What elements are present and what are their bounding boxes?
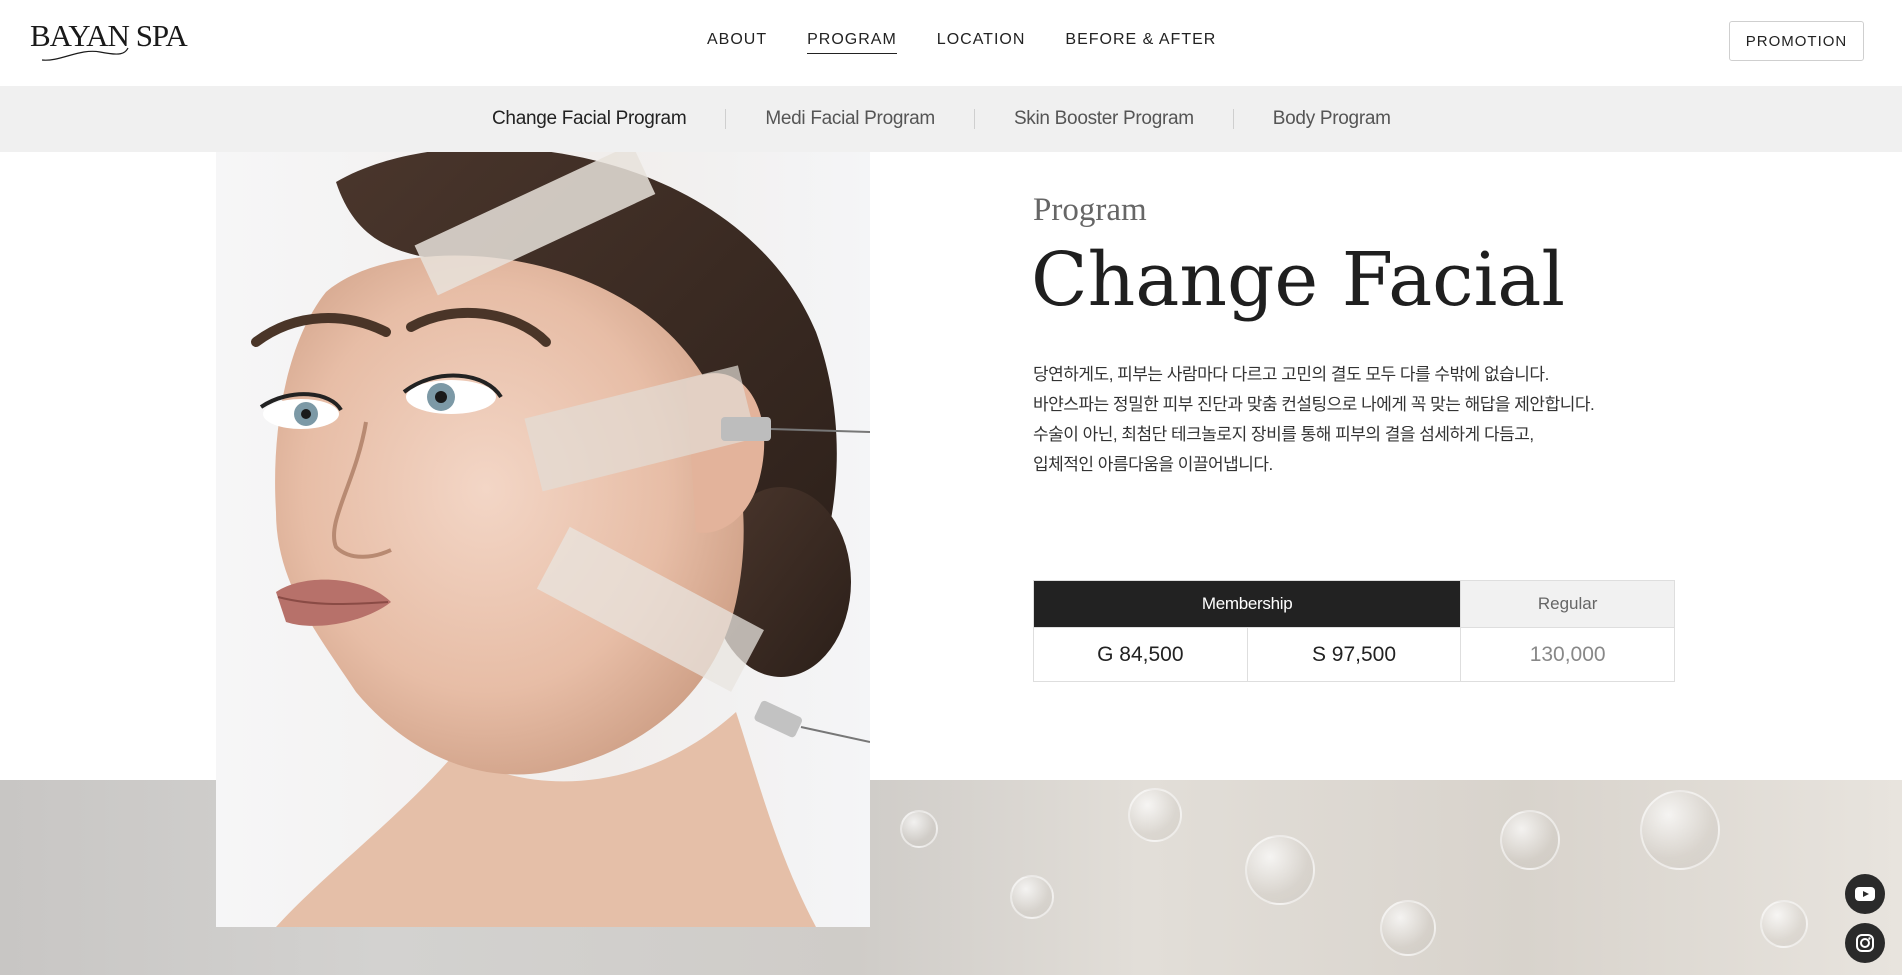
main-nav: ABOUT PROGRAM LOCATION BEFORE & AFTER xyxy=(707,31,1256,54)
hero-model-image xyxy=(216,152,870,927)
membership-header: Membership xyxy=(1032,580,1462,628)
program-description: 당연하게도, 피부는 사람마다 다르고 고민의 결도 모두 다를 수밖에 없습니… xyxy=(1033,360,1653,480)
membership-gold-price: G 84,500 xyxy=(1033,627,1248,682)
subnav-item-medi-facial[interactable]: Medi Facial Program xyxy=(726,108,974,130)
bubble-decoration xyxy=(1245,835,1315,905)
membership-silver-price: S 97,500 xyxy=(1246,627,1462,682)
bubble-decoration xyxy=(1380,900,1436,956)
instagram-button[interactable] xyxy=(1845,923,1885,963)
price-table: Membership Regular G 84,500 S 97,500 130… xyxy=(1032,580,1675,682)
subnav-item-change-facial[interactable]: Change Facial Program xyxy=(492,108,725,130)
description-line: 입체적인 아름다움을 이끌어냅니다. xyxy=(1033,455,1273,474)
nav-item-about[interactable]: ABOUT xyxy=(707,31,767,54)
description-line: 바얀스파는 정밀한 피부 진단과 맞춤 컨설팅으로 나에게 꼭 맞는 해답을 제… xyxy=(1033,395,1595,414)
bubble-decoration xyxy=(1640,790,1720,870)
program-subnav: Change Facial Program Medi Facial Progra… xyxy=(0,86,1902,152)
youtube-button[interactable] xyxy=(1845,874,1885,914)
description-line: 수술이 아닌, 최첨단 테크놀로지 장비를 통해 피부의 결을 섬세하게 다듬고… xyxy=(1033,425,1534,444)
nav-item-before-after[interactable]: BEFORE & AFTER xyxy=(1065,31,1216,54)
bubble-decoration xyxy=(1128,788,1182,842)
program-section-label: Program xyxy=(1033,192,1147,228)
promotion-button[interactable]: PROMOTION xyxy=(1729,21,1864,61)
bubble-decoration xyxy=(900,810,938,848)
bubble-decoration xyxy=(1010,875,1054,919)
site-header: BAYAN SPA ABOUT PROGRAM LOCATION BEFORE … xyxy=(0,0,1902,86)
program-title: Change Facial xyxy=(1031,237,1566,323)
subnav-item-body[interactable]: Body Program xyxy=(1234,108,1430,130)
youtube-icon xyxy=(1855,887,1875,901)
description-line: 당연하게도, 피부는 사람마다 다르고 고민의 결도 모두 다를 수밖에 없습니… xyxy=(1033,365,1549,384)
nav-item-program[interactable]: PROGRAM xyxy=(807,31,897,54)
bubble-decoration xyxy=(1760,900,1808,948)
instagram-icon xyxy=(1856,934,1874,952)
logo-swash-icon xyxy=(41,47,129,61)
model-face-illustration xyxy=(251,152,870,927)
regular-price: 130,000 xyxy=(1460,627,1675,682)
subnav-item-skin-booster[interactable]: Skin Booster Program xyxy=(975,108,1233,130)
nav-item-location[interactable]: LOCATION xyxy=(937,31,1026,54)
regular-header: Regular xyxy=(1460,580,1675,628)
bubble-decoration xyxy=(1500,810,1560,870)
